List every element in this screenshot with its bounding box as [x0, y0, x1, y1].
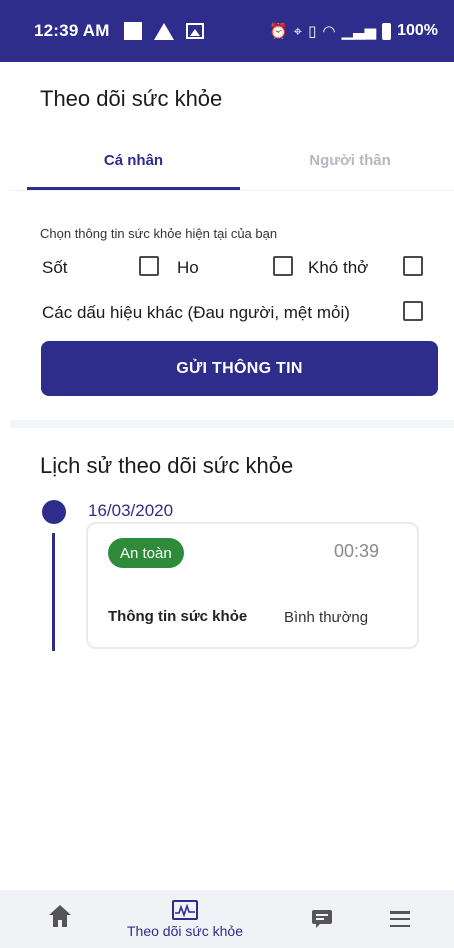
warning-icon: [153, 22, 174, 40]
vibrate-icon: ▯: [308, 22, 317, 40]
history-entry-date: 16/03/2020: [88, 501, 174, 520]
image-icon: [185, 23, 204, 39]
symptom-fever-checkbox[interactable]: [139, 256, 159, 276]
symptom-breath-label: Khó thở: [308, 258, 369, 277]
symptom-cough-checkbox[interactable]: [273, 256, 293, 276]
history-entry-card[interactable]: An toàn 00:39 Thông tin sức khỏe Bình th…: [86, 522, 419, 649]
timeline-dot: [42, 500, 66, 524]
history-title: Lịch sử theo dõi sức khỏe: [40, 453, 294, 478]
signal-icon: ▁▃▅: [341, 22, 377, 40]
page-title: Theo dõi sức khỏe: [40, 86, 223, 111]
symptom-other-checkbox[interactable]: [403, 301, 423, 321]
nav-health-tracking-label: Theo dõi sức khỏe: [127, 922, 243, 939]
tab-family[interactable]: Người thân: [250, 130, 450, 190]
symptom-cough-label: Ho: [177, 258, 199, 277]
section-divider: [10, 420, 454, 428]
status-badge: An toàn: [108, 538, 184, 568]
nav-home[interactable]: [40, 890, 80, 948]
tab-bar: Cá nhân Người thân: [10, 130, 454, 190]
bottom-nav: Theo dõi sức khỏe: [0, 890, 454, 948]
nav-chat[interactable]: [302, 890, 342, 948]
nav-menu[interactable]: [380, 890, 420, 948]
health-chart-icon: [172, 899, 198, 920]
history-entry-time: 00:39: [333, 541, 379, 561]
status-time: 12:39 AM: [34, 21, 110, 40]
symptom-fever-label: Sốt: [42, 258, 68, 277]
nav-health-tracking[interactable]: Theo dõi sức khỏe: [110, 890, 260, 948]
menu-icon: [390, 911, 410, 927]
battery-icon: [382, 22, 392, 40]
home-icon: [49, 905, 71, 929]
chat-icon: [312, 910, 332, 928]
wifi-icon: ◠: [322, 22, 336, 40]
submit-button[interactable]: GỬI THÔNG TIN: [41, 341, 438, 396]
tab-personal[interactable]: Cá nhân: [27, 130, 240, 190]
active-tab-indicator: [27, 187, 240, 190]
symptom-other-label: Các dấu hiệu khác (Đau người, mệt mỏi): [42, 303, 350, 322]
location-icon: ⌖: [293, 22, 303, 40]
health-info-value: Bình thường: [284, 609, 369, 626]
battery-percent: 100%: [397, 22, 438, 39]
status-bar: 12:39 AM ⏰ ⌖ ▯ ◠ ▁▃▅ 100%: [0, 0, 454, 62]
health-info-label: Thông tin sức khỏe: [108, 608, 248, 625]
symptom-prompt: Chọn thông tin sức khỏe hiện tại của bạn: [40, 226, 278, 241]
timeline-line: [52, 533, 55, 651]
alarm-icon: ⏰: [268, 22, 288, 40]
square-icon: [123, 22, 142, 40]
symptom-breath-checkbox[interactable]: [403, 256, 423, 276]
status-indicators: ⏰ ⌖ ▯ ◠ ▁▃▅ 100%: [269, 22, 438, 40]
